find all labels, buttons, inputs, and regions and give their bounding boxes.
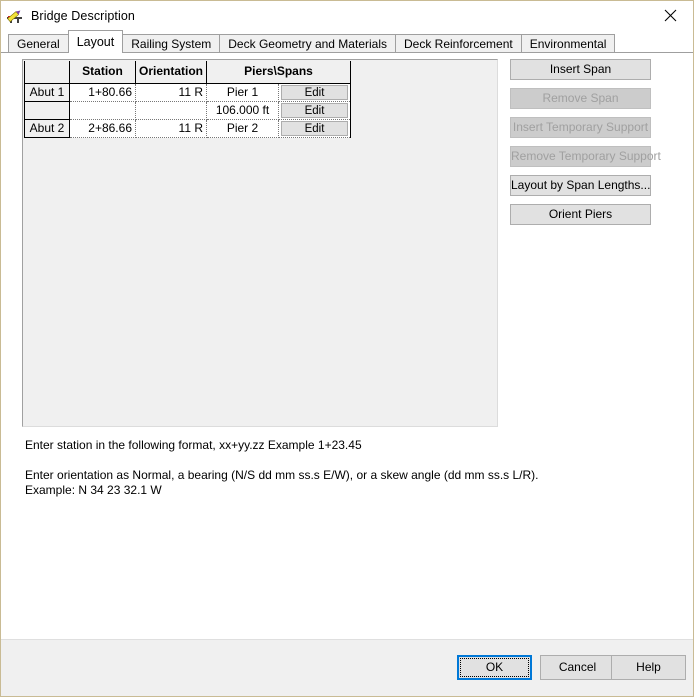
cell-orientation-1[interactable]: 11 R xyxy=(135,83,208,102)
side-button-panel: Insert Span Remove Span Insert Temporary… xyxy=(510,59,661,233)
cell-edit-3: Edit xyxy=(278,119,352,138)
cell-station-1[interactable]: 1+80.66 xyxy=(69,83,136,102)
table-row: 106.000 ft Edit xyxy=(24,101,352,120)
focus-ring xyxy=(460,658,529,677)
cell-edit-1: Edit xyxy=(278,83,352,102)
hint-station-format: Enter station in the following format, x… xyxy=(25,438,362,452)
column-header-corner xyxy=(24,61,70,84)
cell-edit-2: Edit xyxy=(278,101,352,120)
remove-span-button: Remove Span xyxy=(510,88,651,109)
table-row: Abut 1 1+80.66 11 R Pier 1 Edit xyxy=(24,83,352,102)
cancel-button[interactable]: Cancel xyxy=(540,655,615,680)
insert-span-button[interactable]: Insert Span xyxy=(510,59,651,80)
column-header-orientation: Orientation xyxy=(135,61,208,84)
tab-strip: General Layout Railing System Deck Geome… xyxy=(8,30,693,53)
column-header-station: Station xyxy=(69,61,136,84)
column-header-piers-spans: Piers\Spans xyxy=(206,61,352,84)
edit-button-row-3[interactable]: Edit xyxy=(281,120,349,136)
layout-grid-panel: Station Orientation Piers\Spans Abut 1 1… xyxy=(22,59,498,427)
hint-orientation-example: Example: N 34 23 32.1 W xyxy=(25,483,162,497)
window-title: Bridge Description xyxy=(31,8,135,23)
hint-orientation-format: Enter orientation as Normal, a bearing (… xyxy=(25,468,539,482)
layout-by-span-lengths-button[interactable]: Layout by Span Lengths... xyxy=(510,175,651,196)
cell-station-3[interactable]: 2+86.66 xyxy=(69,119,136,138)
table-header-row: Station Orientation Piers\Spans xyxy=(24,61,352,84)
remove-temporary-support-button: Remove Temporary Support xyxy=(510,146,661,167)
bridge-description-dialog: Bridge Description General Layout Railin… xyxy=(0,0,694,697)
cell-orientation-3[interactable]: 11 R xyxy=(135,119,208,138)
orient-piers-button[interactable]: Orient Piers xyxy=(510,204,651,225)
layout-grid: Station Orientation Piers\Spans Abut 1 1… xyxy=(24,61,352,138)
insert-temporary-support-button: Insert Temporary Support xyxy=(510,117,651,138)
tab-environmental[interactable]: Environmental xyxy=(520,34,616,53)
cell-station-2[interactable] xyxy=(69,101,136,120)
bridge-pencil-icon xyxy=(6,7,24,25)
edit-button-row-2[interactable]: Edit xyxy=(281,102,349,118)
tab-content-layout: Station Orientation Piers\Spans Abut 1 1… xyxy=(1,52,693,639)
row-header-abut-2[interactable]: Abut 2 xyxy=(24,119,70,138)
title-bar: Bridge Description xyxy=(1,1,693,30)
cell-pier-1[interactable]: Pier 1 xyxy=(206,83,280,102)
hint-text-block: Enter station in the following format, x… xyxy=(25,438,665,498)
cell-orientation-2[interactable] xyxy=(135,101,208,120)
row-header-abut-1[interactable]: Abut 1 xyxy=(24,83,70,102)
edit-button-row-1[interactable]: Edit xyxy=(281,84,349,100)
cell-pier-2[interactable]: Pier 2 xyxy=(206,119,280,138)
tab-layout[interactable]: Layout xyxy=(67,30,124,53)
ok-button[interactable]: OK xyxy=(457,655,532,680)
tab-railing-system[interactable]: Railing System xyxy=(122,34,221,53)
tab-deck-geometry-and-materials[interactable]: Deck Geometry and Materials xyxy=(219,34,396,53)
tab-deck-reinforcement[interactable]: Deck Reinforcement xyxy=(395,34,522,53)
help-button[interactable]: Help xyxy=(611,655,686,680)
dialog-footer: OK Cancel Help xyxy=(1,639,693,696)
row-header-span-1[interactable] xyxy=(24,101,70,120)
close-icon[interactable] xyxy=(647,1,693,30)
hint-spacer xyxy=(25,453,665,468)
tab-general[interactable]: General xyxy=(8,34,69,53)
cell-span-length[interactable]: 106.000 ft xyxy=(206,101,280,120)
table-row: Abut 2 2+86.66 11 R Pier 2 Edit xyxy=(24,119,352,138)
